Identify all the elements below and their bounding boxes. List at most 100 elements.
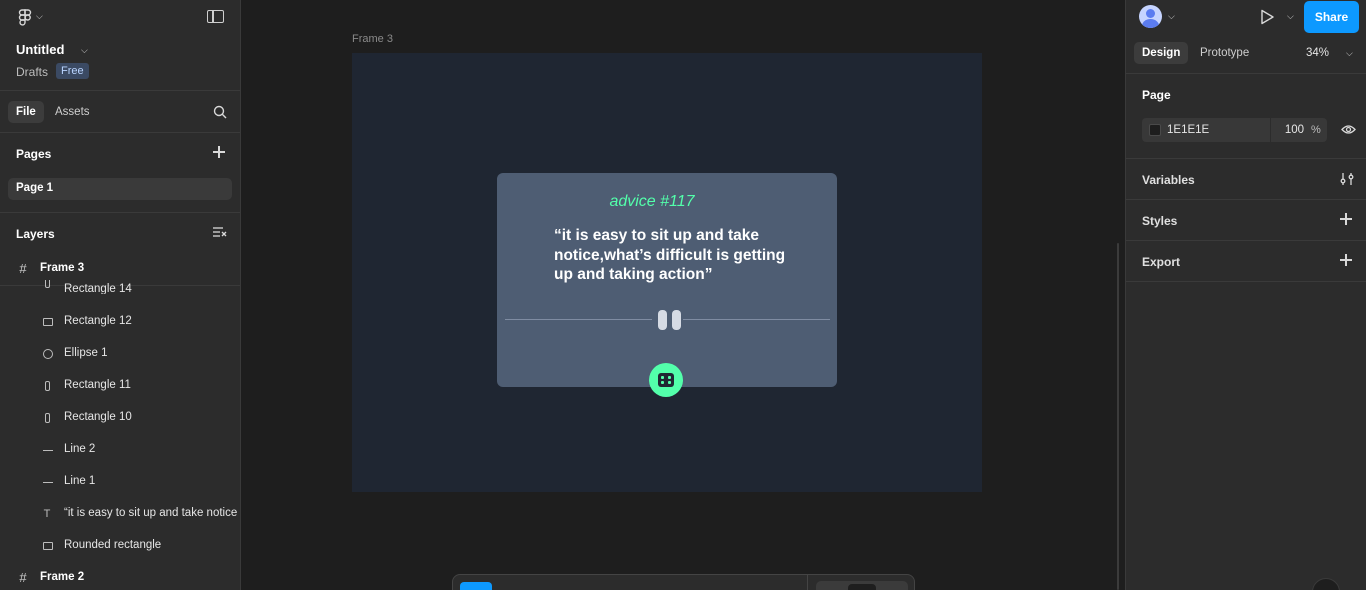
share-button[interactable]: Share [1304,1,1359,33]
frame-3[interactable]: advice #117 “it is easy to sit up and ta… [352,53,982,492]
color-hex-value[interactable]: 1E1E1E [1167,124,1209,136]
page-section-heading: Page [1142,88,1171,102]
layer-rectangle-12[interactable]: Rectangle 12 [0,310,240,334]
chevron-down-icon[interactable]: ⌵ [81,45,88,56]
figma-menu-icon[interactable] [18,9,32,27]
divider-line-left[interactable] [505,319,652,320]
layer-label: Rectangle 14 [64,283,132,294]
help-button[interactable] [1312,578,1340,590]
advice-quote[interactable]: “it is easy to sit up and take notice,wh… [554,226,804,285]
layer-label: Line 2 [64,443,96,455]
chevron-down-icon[interactable]: ⌵ [1346,48,1353,59]
field-divider [1270,118,1271,142]
layers-heading: Layers [16,227,55,241]
left-panel: ⌵ Untitled ⌵ Drafts Free File Assets Pag… [0,0,241,590]
divider [0,212,240,213]
zoom-level[interactable]: 34% [1306,47,1329,59]
chevron-down-icon[interactable]: ⌵ [36,11,43,22]
layer-rounded-rectangle[interactable]: Rounded rectangle [0,534,240,558]
layer-label: Rectangle 11 [64,379,131,391]
line-icon [43,482,53,483]
layer-rectangle-14[interactable]: Rectangle 14 [0,280,240,294]
advice-title[interactable]: advice #117 [497,193,807,211]
chevron-down-icon[interactable]: ⌵ [1168,11,1175,22]
right-panel: ⌵ ⌵ Share Design Prototype 34% ⌵ Page 1E… [1125,0,1366,590]
layer-label: Rectangle 10 [64,411,132,423]
export-heading[interactable]: Export [1142,255,1180,269]
opacity-value[interactable]: 100 [1276,124,1304,136]
left-panel-header: ⌵ [0,0,240,34]
layer-frame-2[interactable]: # Frame 2 [0,566,240,590]
toolbar-divider [807,575,808,590]
plan-badge[interactable]: Free [56,63,89,79]
color-swatch[interactable] [1149,124,1161,136]
divider [1126,199,1366,200]
dice-icon [658,373,674,387]
variables-heading[interactable]: Variables [1142,173,1195,187]
move-tool-button[interactable] [460,582,492,590]
page-color-field[interactable]: 1E1E1E 100 % [1142,118,1327,142]
rectangle-icon [45,381,50,391]
tab-prototype[interactable]: Prototype [1200,47,1249,59]
rectangle-icon [43,318,53,326]
rectangle-icon [45,280,50,288]
add-style-icon[interactable] [1340,213,1352,225]
toggle-sidebar-icon[interactable] [207,10,224,23]
add-export-icon[interactable] [1340,254,1352,266]
layer-label: Frame 2 [40,571,85,583]
layer-line-1[interactable]: Line 1 [0,470,240,494]
divider [1126,73,1366,74]
layer-label: Ellipse 1 [64,347,108,359]
tab-design[interactable]: Design [1134,42,1189,64]
divider [0,132,240,133]
add-page-icon[interactable] [213,146,225,158]
dice-button[interactable] [649,363,683,397]
layer-rectangle-10[interactable]: Rectangle 10 [0,406,240,430]
layer-label: Line 1 [64,475,96,487]
frame-label[interactable]: Frame 3 [352,33,393,45]
pause-bar-left[interactable] [658,310,667,330]
layer-ellipse-1[interactable]: Ellipse 1 [0,342,240,366]
variables-icon[interactable] [1340,172,1354,186]
opacity-unit: % [1311,124,1321,136]
tab-file[interactable]: File [8,101,44,123]
ellipse-icon [43,349,53,359]
text-icon: T [43,508,51,520]
tab-assets[interactable]: Assets [55,106,90,118]
layer-label: Frame 3 [40,262,85,274]
layer-label: “it is easy to sit up and take notice [64,507,238,519]
pages-heading: Pages [16,147,52,161]
divider [1126,281,1366,282]
layer-line-2[interactable]: Line 2 [0,438,240,462]
divider-line-right[interactable] [683,319,830,320]
layers-options-icon[interactable] [213,227,227,239]
present-play-icon[interactable] [1260,9,1275,25]
layer-label: Rounded rectangle [64,539,162,551]
chevron-down-icon[interactable]: ⌵ [1287,11,1294,22]
line-icon [43,450,53,451]
rectangle-icon [43,542,53,550]
rectangle-icon [45,413,50,423]
eye-icon[interactable] [1341,124,1356,135]
file-title[interactable]: Untitled [16,42,64,57]
vertical-scrollbar[interactable] [1117,243,1119,590]
canvas[interactable]: Frame 3 advice #117 “it is easy to sit u… [241,0,1125,590]
styles-heading[interactable]: Styles [1142,214,1177,228]
advice-card[interactable]: advice #117 “it is easy to sit up and ta… [497,173,837,397]
mode-toggle[interactable] [816,581,908,590]
layer-text-quote[interactable]: T “it is easy to sit up and take notice [0,502,240,526]
page-item-page-1[interactable]: Page 1 [8,178,232,200]
divider [1126,240,1366,241]
divider [0,90,240,91]
user-avatar[interactable] [1139,5,1162,28]
layer-rectangle-11[interactable]: Rectangle 11 [0,374,240,398]
file-location[interactable]: Drafts [16,65,48,79]
bottom-toolbar [452,574,915,590]
divider [1126,158,1366,159]
pause-bar-right[interactable] [672,310,681,330]
frame-icon: # [19,570,27,585]
search-icon[interactable] [213,105,227,119]
frame-icon: # [19,261,27,276]
layer-label: Rectangle 12 [64,315,132,327]
page-item-label: Page 1 [16,182,54,194]
